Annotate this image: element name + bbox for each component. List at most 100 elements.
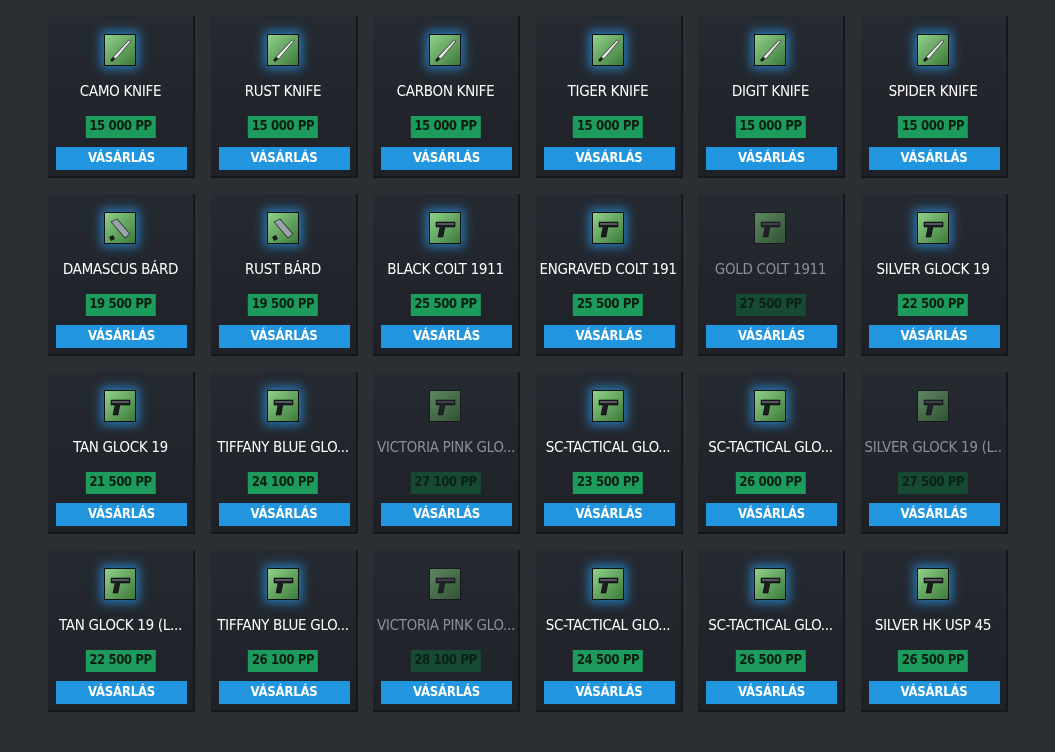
item-price: 25 500 PP bbox=[572, 294, 644, 316]
buy-button[interactable]: VÁSÁRLÁS bbox=[381, 147, 512, 170]
shop-item-card-6: SPIDER KNIFE 15 000 PP VÁSÁRLÁS bbox=[860, 16, 1008, 178]
buy-button[interactable]: VÁSÁRLÁS bbox=[706, 503, 837, 526]
shop-item-card-20: TIFFANY BLUE GLO... 26 100 PP VÁSÁRLÁS bbox=[210, 550, 358, 712]
camo-knife-icon bbox=[104, 34, 136, 66]
item-name: VICTORIA PINK GLO... bbox=[377, 438, 514, 456]
shop-item-card-9: BLACK COLT 1911 25 500 PP VÁSÁRLÁS bbox=[373, 194, 520, 356]
sc-tactical-glock-icon bbox=[591, 568, 624, 600]
buy-button[interactable]: VÁSÁRLÁS bbox=[868, 147, 1000, 170]
shop-item-card-14: TIFFANY BLUE GLO... 24 100 PP VÁSÁRLÁS bbox=[210, 372, 358, 534]
silver-hk-usp-45-icon bbox=[916, 568, 949, 600]
buy-button[interactable]: VÁSÁRLÁS bbox=[868, 681, 1000, 704]
buy-button[interactable]: VÁSÁRLÁS bbox=[381, 325, 512, 348]
gold-colt-1911-icon bbox=[754, 212, 786, 244]
item-price: 21 500 PP bbox=[85, 472, 156, 494]
item-price: 26 500 PP bbox=[897, 650, 969, 672]
item-name: SC-TACTICAL GLO... bbox=[545, 438, 671, 456]
buy-button[interactable]: VÁSÁRLÁS bbox=[56, 503, 187, 526]
item-price: 19 500 PP bbox=[85, 294, 156, 316]
item-name: TAN GLOCK 19 (L... bbox=[59, 616, 182, 634]
item-price: 27 500 PP bbox=[897, 472, 969, 494]
item-name: SC-TACTICAL GLO... bbox=[708, 616, 833, 634]
item-name: SC-TACTICAL GLO... bbox=[708, 438, 833, 456]
shop-item-card-15: VICTORIA PINK GLO... 27 100 PP VÁSÁRLÁS bbox=[373, 372, 520, 534]
buy-button[interactable]: VÁSÁRLÁS bbox=[218, 503, 350, 526]
silver-glock-19-icon bbox=[916, 390, 949, 422]
item-price: 26 000 PP bbox=[735, 472, 806, 494]
shop-item-card-19: TAN GLOCK 19 (L... 22 500 PP VÁSÁRLÁS bbox=[48, 550, 195, 712]
buy-button[interactable]: VÁSÁRLÁS bbox=[543, 681, 675, 704]
victoria-pink-glock-icon bbox=[429, 390, 461, 422]
shop-item-card-5: DIGIT KNIFE 15 000 PP VÁSÁRLÁS bbox=[698, 16, 845, 178]
buy-button[interactable]: VÁSÁRLÁS bbox=[706, 147, 837, 170]
buy-button[interactable]: VÁSÁRLÁS bbox=[706, 681, 837, 704]
item-price: 15 000 PP bbox=[572, 116, 644, 138]
buy-button[interactable]: VÁSÁRLÁS bbox=[706, 325, 837, 348]
spider-knife-icon bbox=[916, 34, 949, 66]
item-name: RUST BÁRD bbox=[245, 260, 321, 278]
shop-item-card-22: SC-TACTICAL GLO... 24 500 PP VÁSÁRLÁS bbox=[535, 550, 683, 712]
shop-item-card-23: SC-TACTICAL GLO... 26 500 PP VÁSÁRLÁS bbox=[698, 550, 845, 712]
buy-button[interactable]: VÁSÁRLÁS bbox=[543, 147, 675, 170]
buy-button[interactable]: VÁSÁRLÁS bbox=[381, 503, 512, 526]
shop-item-card-18: SILVER GLOCK 19 (L... 27 500 PP VÁSÁRLÁS bbox=[860, 372, 1008, 534]
shop-item-card-3: CARBON KNIFE 15 000 PP VÁSÁRLÁS bbox=[373, 16, 520, 178]
damascus-cleaver-icon bbox=[104, 212, 136, 244]
item-price: 15 000 PP bbox=[85, 116, 156, 138]
item-price: 28 100 PP bbox=[410, 650, 481, 672]
buy-button[interactable]: VÁSÁRLÁS bbox=[56, 147, 187, 170]
buy-button[interactable]: VÁSÁRLÁS bbox=[218, 325, 350, 348]
item-name: TAN GLOCK 19 bbox=[73, 438, 168, 456]
buy-button[interactable]: VÁSÁRLÁS bbox=[56, 681, 187, 704]
engraved-colt-1911-icon bbox=[591, 212, 624, 244]
shop-item-card-7: DAMASCUS BÁRD 19 500 PP VÁSÁRLÁS bbox=[48, 194, 195, 356]
item-name: TIFFANY BLUE GLO... bbox=[217, 616, 349, 634]
item-price: 26 100 PP bbox=[247, 650, 319, 672]
item-name: RUST KNIFE bbox=[244, 82, 322, 100]
carbon-knife-icon bbox=[429, 34, 461, 66]
item-price: 15 000 PP bbox=[247, 116, 319, 138]
item-price: 15 000 PP bbox=[410, 116, 481, 138]
item-name: GOLD COLT 1911 bbox=[714, 260, 827, 278]
item-name: ENGRAVED COLT 1911 bbox=[539, 260, 677, 278]
item-price: 23 500 PP bbox=[572, 472, 644, 494]
item-name: SILVER GLOCK 19 bbox=[876, 260, 990, 278]
sc-tactical-glock-icon bbox=[754, 568, 786, 600]
rust-cleaver-icon bbox=[266, 212, 299, 244]
shop-item-card-10: ENGRAVED COLT 1911 25 500 PP VÁSÁRLÁS bbox=[535, 194, 683, 356]
item-name: DIGIT KNIFE bbox=[731, 82, 810, 100]
item-name: SPIDER KNIFE bbox=[888, 82, 978, 100]
buy-button[interactable]: VÁSÁRLÁS bbox=[56, 325, 187, 348]
item-name: BLACK COLT 1911 bbox=[387, 260, 504, 278]
shop-item-card-16: SC-TACTICAL GLO... 23 500 PP VÁSÁRLÁS bbox=[535, 372, 683, 534]
item-price: 15 000 PP bbox=[735, 116, 806, 138]
tan-glock-19-icon bbox=[104, 568, 136, 600]
buy-button[interactable]: VÁSÁRLÁS bbox=[381, 681, 512, 704]
buy-button[interactable]: VÁSÁRLÁS bbox=[868, 503, 1000, 526]
shop-item-card-21: VICTORIA PINK GLO... 28 100 PP VÁSÁRLÁS bbox=[373, 550, 520, 712]
item-name: SILVER HK USP 45 bbox=[874, 616, 992, 634]
buy-button[interactable]: VÁSÁRLÁS bbox=[218, 681, 350, 704]
buy-button[interactable]: VÁSÁRLÁS bbox=[868, 325, 1000, 348]
shop-item-card-1: CAMO KNIFE 15 000 PP VÁSÁRLÁS bbox=[48, 16, 195, 178]
buy-button[interactable]: VÁSÁRLÁS bbox=[218, 147, 350, 170]
tiffany-blue-glock-icon bbox=[266, 568, 299, 600]
item-name: CAMO KNIFE bbox=[79, 82, 162, 100]
item-price: 24 100 PP bbox=[247, 472, 319, 494]
shop-item-card-11: GOLD COLT 1911 27 500 PP VÁSÁRLÁS bbox=[698, 194, 845, 356]
shop-item-card-8: RUST BÁRD 19 500 PP VÁSÁRLÁS bbox=[210, 194, 358, 356]
item-name: DAMASCUS BÁRD bbox=[62, 260, 179, 278]
item-name: SC-TACTICAL GLO... bbox=[545, 616, 671, 634]
item-price: 22 500 PP bbox=[85, 650, 156, 672]
shop-item-card-4: TIGER KNIFE 15 000 PP VÁSÁRLÁS bbox=[535, 16, 683, 178]
digit-knife-icon bbox=[754, 34, 786, 66]
item-name: TIGER KNIFE bbox=[567, 82, 649, 100]
sc-tactical-glock-icon bbox=[754, 390, 786, 422]
black-colt-1911-icon bbox=[429, 212, 461, 244]
buy-button[interactable]: VÁSÁRLÁS bbox=[543, 325, 675, 348]
buy-button[interactable]: VÁSÁRLÁS bbox=[543, 503, 675, 526]
tiffany-blue-glock-icon bbox=[266, 390, 299, 422]
rust-knife-icon bbox=[266, 34, 299, 66]
victoria-pink-glock-icon bbox=[429, 568, 461, 600]
shop-item-card-17: SC-TACTICAL GLO... 26 000 PP VÁSÁRLÁS bbox=[698, 372, 845, 534]
